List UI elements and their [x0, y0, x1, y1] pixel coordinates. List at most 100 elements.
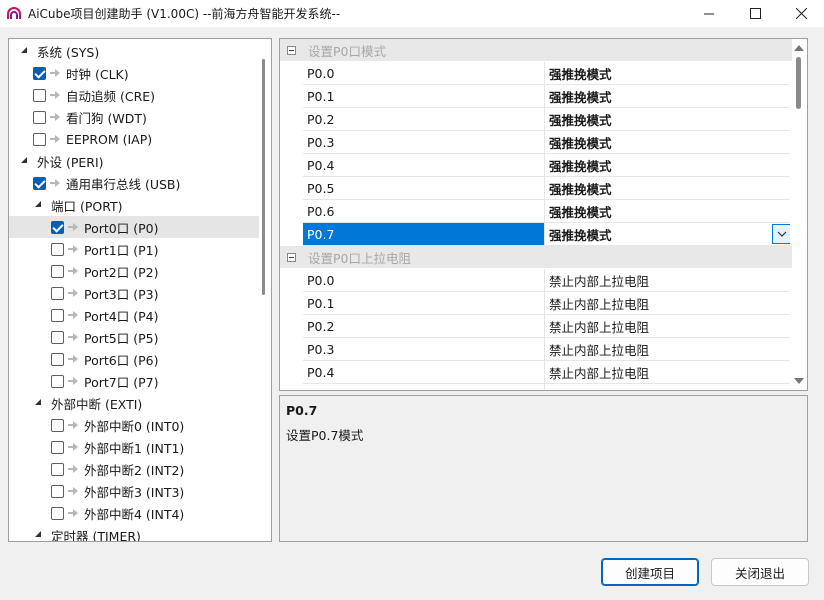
tree-item-checkbox[interactable] — [51, 418, 64, 432]
property-value[interactable]: 强推挽模式 — [545, 200, 792, 222]
tree-item-checkbox[interactable] — [51, 286, 64, 300]
tree-item-checkbox[interactable] — [51, 242, 64, 256]
tree-item-checkbox[interactable] — [51, 220, 64, 234]
property-name[interactable]: P0.1 — [303, 85, 545, 107]
collapse-icon[interactable] — [287, 252, 296, 262]
tree-item[interactable]: 自动追频 (CRE) — [9, 84, 259, 106]
property-name[interactable]: P0.5 — [303, 177, 545, 199]
tree-scrollbar[interactable] — [262, 59, 265, 295]
close-window-button[interactable] — [778, 0, 824, 27]
tree-item[interactable]: Port4口 (P4) — [9, 304, 259, 326]
scroll-down-icon[interactable] — [794, 378, 804, 384]
property-category[interactable]: 设置P0口模式 — [280, 39, 792, 61]
scroll-thumb[interactable] — [796, 57, 801, 109]
property-value[interactable]: 强推挽模式 — [545, 85, 792, 107]
property-row[interactable]: P0.5 强推挽模式 — [303, 177, 792, 200]
tree-item-checkbox[interactable] — [33, 132, 46, 146]
property-row[interactable]: P0.6 强推挽模式 — [303, 200, 792, 223]
property-row[interactable]: P0.2 强推挽模式 — [303, 108, 792, 131]
tree-item[interactable]: Port3口 (P3) — [9, 282, 259, 304]
minimize-button[interactable] — [686, 0, 732, 27]
tree-item-checkbox[interactable] — [51, 330, 64, 344]
property-name[interactable]: P0.4 — [303, 361, 545, 383]
property-value[interactable]: 强推挽模式 — [545, 62, 792, 84]
value-dropdown-button[interactable] — [772, 224, 792, 244]
tree-item[interactable]: 外部中断0 (INT0) — [9, 414, 259, 436]
tree-item-checkbox[interactable] — [51, 308, 64, 322]
property-value[interactable]: 强推挽模式 — [545, 108, 792, 130]
tree-item[interactable]: 看门狗 (WDT) — [9, 106, 259, 128]
property-name[interactable]: P0.2 — [303, 315, 545, 337]
property-row[interactable]: P0.0 强推挽模式 — [303, 62, 792, 85]
tree-item[interactable]: 系统 (SYS) — [9, 40, 259, 62]
tree-item-checkbox[interactable] — [51, 440, 64, 454]
collapse-icon[interactable] — [287, 45, 296, 55]
property-name[interactable]: P0.2 — [303, 108, 545, 130]
property-name[interactable]: P0.4 — [303, 154, 545, 176]
property-name[interactable]: P0.7 — [303, 223, 545, 245]
property-value[interactable]: 禁止内部上拉电阻 — [545, 292, 792, 314]
property-name[interactable]: P0.5 — [303, 384, 545, 390]
property-value[interactable]: 禁止内部上拉电阻 — [545, 384, 792, 391]
property-row[interactable]: P0.0 禁止内部上拉电阻 — [303, 269, 792, 292]
property-row[interactable]: P0.4 强推挽模式 — [303, 154, 792, 177]
tree-item[interactable]: Port5口 (P5) — [9, 326, 259, 348]
property-name[interactable]: P0.6 — [303, 200, 545, 222]
property-row[interactable]: P0.3 强推挽模式 — [303, 131, 792, 154]
tree-item-checkbox[interactable] — [51, 352, 64, 366]
peripheral-tree[interactable]: 系统 (SYS) 时钟 (CLK) 自动追频 (CRE) 看门狗 (WDT) EEPRO… — [8, 38, 272, 542]
property-scrollbar[interactable] — [790, 39, 807, 390]
tree-item[interactable]: 外部中断2 (INT2) — [9, 458, 259, 480]
tree-item-checkbox[interactable] — [33, 66, 46, 80]
tree-item[interactable]: 端口 (PORT) — [9, 194, 259, 216]
create-project-button[interactable]: 创建项目 — [601, 558, 699, 586]
property-name[interactable]: P0.1 — [303, 292, 545, 314]
property-value[interactable]: 强推挽模式 — [545, 131, 792, 153]
tree-item[interactable]: Port6口 (P6) — [9, 348, 259, 370]
tree-item[interactable]: 外设 (PERI) — [9, 150, 259, 172]
property-row[interactable]: P0.1 强推挽模式 — [303, 85, 792, 108]
maximize-button[interactable] — [732, 0, 778, 27]
tree-item-checkbox[interactable] — [33, 88, 46, 102]
expand-arrow-icon[interactable] — [19, 46, 29, 56]
property-row[interactable]: P0.5禁止内部上拉电阻 — [303, 384, 792, 391]
tree-item[interactable]: 外部中断4 (INT4) — [9, 502, 259, 524]
expand-arrow-icon[interactable] — [33, 530, 43, 540]
expand-arrow-icon[interactable] — [33, 398, 43, 408]
property-grid[interactable]: P0.0 强推挽模式 P0.1 强推挽模式 P0.2 强推挽模式 P0.3 强推挽模式 P0.4… — [279, 38, 808, 391]
tree-item[interactable]: 外部中断1 (INT1) — [9, 436, 259, 458]
tree-item-checkbox[interactable] — [51, 374, 64, 388]
tree-item-checkbox[interactable] — [33, 110, 46, 124]
tree-item[interactable]: 外部中断3 (INT3) — [9, 480, 259, 502]
tree-item[interactable]: 定时器 (TIMER) — [9, 524, 259, 541]
tree-item-checkbox[interactable] — [33, 176, 46, 190]
tree-item[interactable]: 外部中断 (EXTI) — [9, 392, 259, 414]
tree-item[interactable]: Port1口 (P1) — [9, 238, 259, 260]
expand-arrow-icon[interactable] — [33, 200, 43, 210]
tree-item[interactable]: 时钟 (CLK) — [9, 62, 259, 84]
property-row[interactable]: P0.4 禁止内部上拉电阻 — [303, 361, 792, 384]
property-row[interactable]: P0.3 禁止内部上拉电阻 — [303, 338, 792, 361]
property-row[interactable]: P0.1 禁止内部上拉电阻 — [303, 292, 792, 315]
tree-item[interactable]: 通用串行总线 (USB) — [9, 172, 259, 194]
tree-item[interactable]: Port7口 (P7) — [9, 370, 259, 392]
property-row[interactable]: P0.2 禁止内部上拉电阻 — [303, 315, 792, 338]
tree-item[interactable]: EEPROM (IAP) — [9, 128, 259, 150]
property-value[interactable]: 禁止内部上拉电阻 — [545, 315, 792, 337]
property-name[interactable]: P0.0 — [303, 62, 545, 84]
property-name[interactable]: P0.0 — [303, 269, 545, 291]
tree-item-checkbox[interactable] — [51, 462, 64, 476]
scroll-up-icon[interactable] — [794, 45, 804, 51]
property-value[interactable]: 禁止内部上拉电阻 — [545, 338, 792, 360]
tree-item-checkbox[interactable] — [51, 264, 64, 278]
property-name[interactable]: P0.3 — [303, 338, 545, 360]
close-exit-button[interactable]: 关闭退出 — [711, 558, 809, 586]
property-name[interactable]: P0.3 — [303, 131, 545, 153]
tree-item-checkbox[interactable] — [51, 484, 64, 498]
property-row[interactable]: P0.7 强推挽模式 — [303, 223, 792, 246]
tree-item-checkbox[interactable] — [51, 506, 64, 520]
property-value[interactable]: 强推挽模式 — [545, 177, 792, 199]
expand-arrow-icon[interactable] — [19, 156, 29, 166]
tree-item[interactable]: Port2口 (P2) — [9, 260, 259, 282]
property-value[interactable]: 强推挽模式 — [545, 154, 792, 176]
